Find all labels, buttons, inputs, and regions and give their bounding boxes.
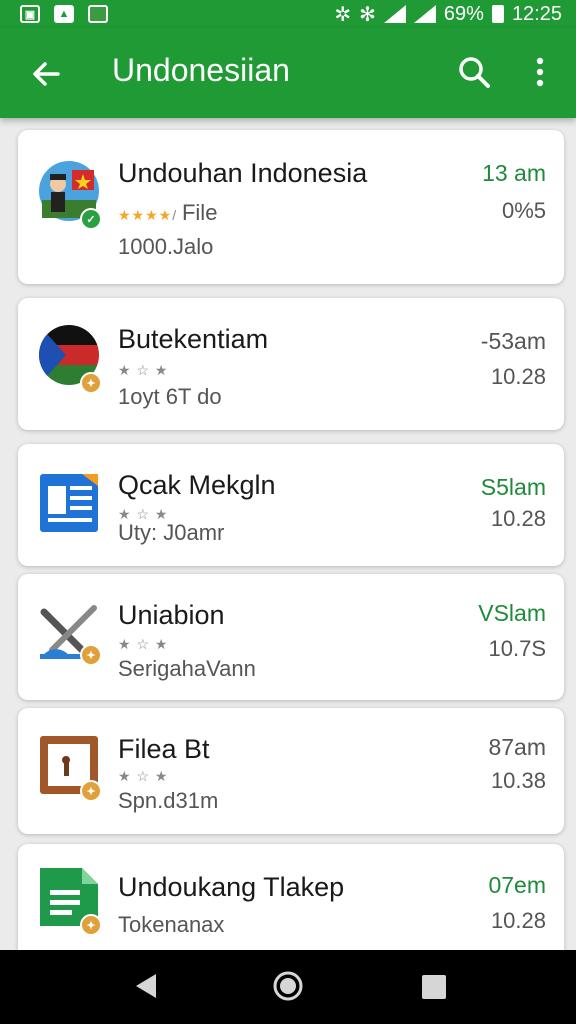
item-time: 87am bbox=[488, 734, 546, 760]
app-notification-icon bbox=[88, 5, 108, 23]
search-icon[interactable] bbox=[456, 54, 492, 90]
rating: ★ ☆ ★ bbox=[118, 768, 169, 784]
nav-back-icon[interactable] bbox=[134, 970, 158, 1002]
item-time: 13 am bbox=[482, 160, 546, 186]
list-item[interactable]: ✓ Undouhan Indonesia ★★★★/ File 1000.Jal… bbox=[18, 130, 564, 284]
item-size: 10.28 bbox=[490, 364, 546, 389]
item-subtitle: Uty: J0amr bbox=[118, 520, 225, 545]
status-badge: ✦ bbox=[80, 780, 102, 802]
item-name: Qcak Mekgln bbox=[118, 470, 276, 500]
status-badge: ✦ bbox=[80, 644, 102, 666]
wifi-signal-icon bbox=[413, 5, 436, 23]
item-size: 10.38 bbox=[490, 768, 546, 793]
status-time: 12:25 bbox=[511, 2, 562, 25]
rating: ★ ☆ ★ bbox=[118, 362, 169, 378]
item-time: S5lam bbox=[480, 474, 546, 500]
item-name: Butekentiam bbox=[118, 324, 269, 354]
rating: ★ ☆ ★ bbox=[118, 636, 169, 652]
more-vert-icon[interactable] bbox=[528, 54, 552, 90]
item-size: 0%5 bbox=[501, 198, 546, 223]
list-item[interactable]: Qcak Mekgln ★ ☆ ★ Uty: J0amr S5lam 10.28 bbox=[18, 444, 564, 566]
item-subtitle: Spn.d31m bbox=[118, 788, 219, 813]
item-name: Undoukang Tlakep bbox=[118, 872, 345, 902]
item-subtitle: SerigahaVann bbox=[118, 656, 256, 681]
item-size: 10.28 bbox=[490, 908, 546, 933]
item-subtitle: 1000.Jalo bbox=[118, 234, 214, 259]
item-name: Undouhan Indonesia bbox=[118, 158, 368, 188]
app-bar: Undonesiian bbox=[0, 28, 576, 118]
status-badge: ✓ bbox=[80, 208, 102, 230]
list-item[interactable]: ✦ Butekentiam ★ ☆ ★ 1oyt 6T do -53am 10.… bbox=[18, 298, 564, 430]
item-name: Filea Bt bbox=[118, 734, 210, 764]
item-name: Uniabion bbox=[118, 600, 225, 630]
vibrate-icon: ✲ bbox=[334, 3, 352, 26]
navigation-notification-icon: ▲ bbox=[54, 5, 74, 23]
list-item[interactable]: ✦ Uniabion ★ ☆ ★ SerigahaVann VSlam 10.7… bbox=[18, 574, 564, 700]
document-icon bbox=[40, 474, 98, 532]
nav-recents-icon[interactable] bbox=[422, 975, 446, 999]
battery-percentage: 69% bbox=[443, 2, 484, 25]
item-time: 07em bbox=[488, 872, 546, 898]
rating-label: File bbox=[181, 200, 218, 225]
battery-icon bbox=[491, 5, 504, 23]
item-time: -53am bbox=[480, 328, 546, 354]
item-subtitle: 1oyt 6T do bbox=[118, 384, 222, 409]
item-subtitle: Tokenanax bbox=[118, 912, 225, 937]
page-title: Undonesiian bbox=[112, 52, 290, 88]
item-time: VSlam bbox=[478, 600, 546, 626]
image-notification-icon: ▣ bbox=[20, 5, 40, 23]
item-size: 10.7S bbox=[488, 636, 547, 661]
status-badge: ✦ bbox=[80, 914, 102, 936]
signal-icon bbox=[383, 5, 406, 23]
list-item[interactable]: ✦ Filea Bt ★ ☆ ★ Spn.d31m 87am 10.38 bbox=[18, 708, 564, 834]
nav-home-icon[interactable] bbox=[272, 970, 304, 1002]
status-badge: ✦ bbox=[80, 372, 102, 394]
rating: ★★★★/ File bbox=[118, 200, 218, 225]
item-size: 10.28 bbox=[490, 506, 546, 531]
list-item[interactable]: ✦ Undoukang Tlakep Tokenanax 07em 10.28 bbox=[18, 844, 564, 954]
arrow-back-icon[interactable] bbox=[28, 56, 64, 92]
system-nav-bar bbox=[0, 950, 576, 1024]
status-bar: ▣ ▲ ✲ ✻ 69% 12:25 bbox=[0, 0, 576, 28]
bluetooth-icon: ✻ bbox=[359, 3, 376, 26]
